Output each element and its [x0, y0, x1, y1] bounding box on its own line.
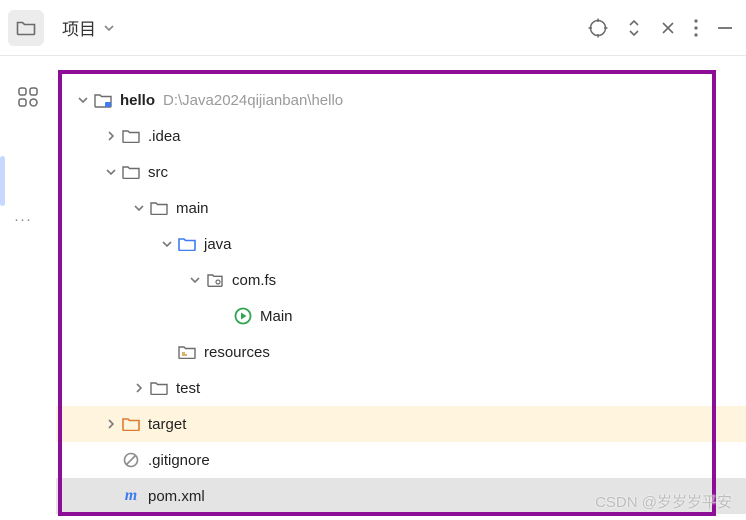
- node-label: pom.xml: [148, 488, 205, 505]
- maven-file-icon: m: [120, 487, 142, 505]
- node-path: D:\Java2024qijianban\hello: [163, 92, 343, 109]
- tree-root[interactable]: hello D:\Java2024qijianban\hello: [56, 82, 746, 118]
- module-folder-icon: [92, 93, 114, 108]
- chevron-right-icon[interactable]: [102, 131, 120, 141]
- chevron-down-icon[interactable]: [186, 275, 204, 285]
- panel-title-group[interactable]: 项目: [62, 15, 118, 40]
- node-label: .gitignore: [148, 452, 210, 469]
- node-label: target: [148, 416, 186, 433]
- chevron-down-icon[interactable]: [74, 95, 92, 105]
- expand-collapse-icon[interactable]: [626, 18, 642, 38]
- chevron-down-icon[interactable]: [102, 167, 120, 177]
- tree-item-java[interactable]: java: [56, 226, 746, 262]
- tree-item-resources[interactable]: · resources: [56, 334, 746, 370]
- excluded-folder-icon: [120, 417, 142, 431]
- close-icon[interactable]: [660, 20, 676, 36]
- project-tool-button[interactable]: [8, 10, 44, 46]
- toolbar-actions: [588, 18, 734, 38]
- chevron-down-icon[interactable]: [158, 239, 176, 249]
- chevron-right-icon[interactable]: [102, 419, 120, 429]
- minimize-icon[interactable]: [716, 19, 734, 37]
- node-label: resources: [204, 344, 270, 361]
- resources-folder-icon: [176, 345, 198, 359]
- structure-icon[interactable]: [17, 86, 39, 108]
- panel-title: 项目: [62, 15, 96, 40]
- folder-icon: [16, 20, 36, 36]
- node-label: hello: [120, 92, 155, 109]
- watermark: CSDN @岁岁岁平安: [595, 491, 732, 512]
- left-gutter: ···: [0, 56, 56, 520]
- node-label: com.fs: [232, 272, 276, 289]
- tree-item-test[interactable]: test: [56, 370, 746, 406]
- folder-icon: [120, 165, 142, 179]
- tree-item-target[interactable]: target: [56, 406, 746, 442]
- gutter-slider[interactable]: [0, 156, 5, 206]
- gutter-more-icon[interactable]: ···: [14, 211, 32, 228]
- tree-item-main-class[interactable]: · Main: [56, 298, 746, 334]
- package-icon: [204, 273, 226, 287]
- runnable-class-icon: [232, 307, 254, 325]
- folder-icon: [120, 129, 142, 143]
- target-icon[interactable]: [588, 18, 608, 38]
- node-label: java: [204, 236, 232, 253]
- folder-icon: [148, 381, 170, 395]
- tree-item-comfs[interactable]: com.fs: [56, 262, 746, 298]
- more-icon[interactable]: [694, 19, 698, 37]
- tree-item-src[interactable]: src: [56, 154, 746, 190]
- ignore-file-icon: [120, 452, 142, 468]
- tree-item-gitignore[interactable]: · .gitignore: [56, 442, 746, 478]
- node-label: .idea: [148, 128, 181, 145]
- tree-item-idea[interactable]: .idea: [56, 118, 746, 154]
- tree-item-main[interactable]: main: [56, 190, 746, 226]
- node-label: main: [176, 200, 209, 217]
- source-folder-icon: [176, 237, 198, 251]
- folder-icon: [148, 201, 170, 215]
- project-tree: hello D:\Java2024qijianban\hello .idea: [56, 64, 746, 514]
- node-label: Main: [260, 308, 293, 325]
- chevron-right-icon[interactable]: [130, 383, 148, 393]
- node-label: src: [148, 164, 168, 181]
- chevron-down-icon[interactable]: [130, 203, 148, 213]
- node-label: test: [176, 380, 200, 397]
- toolbar: 项目: [0, 0, 746, 56]
- chevron-down-icon: [100, 22, 118, 34]
